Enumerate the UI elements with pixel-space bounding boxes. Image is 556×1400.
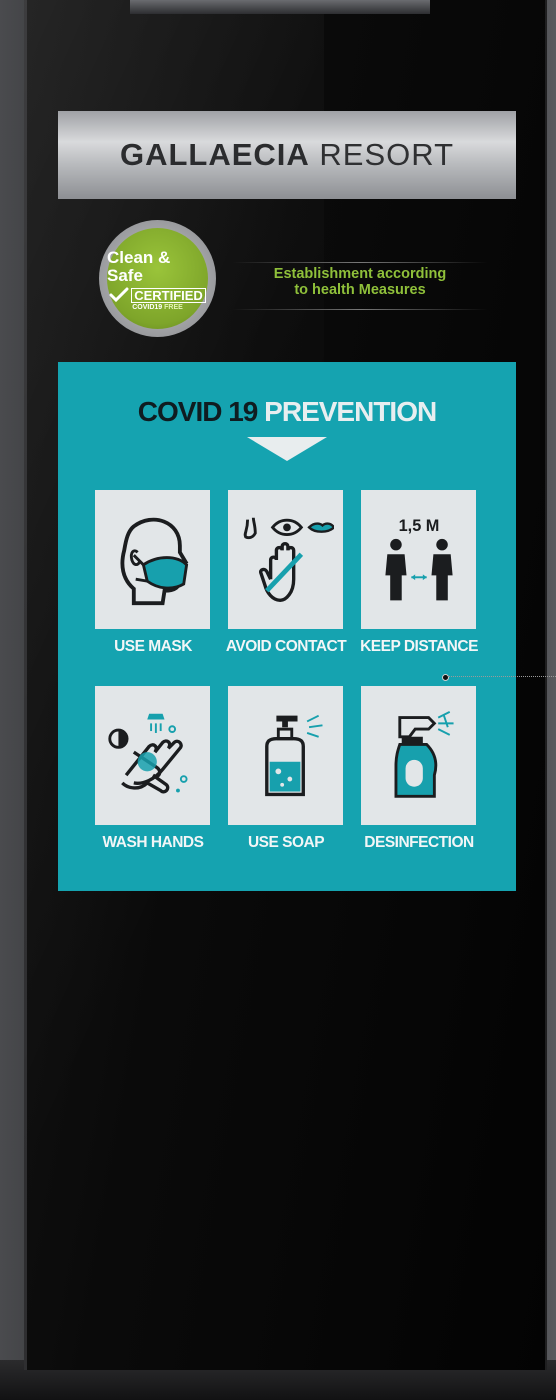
tagline-line-2: to health Measures bbox=[294, 282, 426, 298]
badge-certified-row: CERTIFIED bbox=[109, 287, 206, 303]
label-avoid-contact: AVOID CONTACT bbox=[225, 638, 347, 655]
social-distance-icon: 1,5 M bbox=[384, 517, 453, 600]
label-use-mask: USE MASK bbox=[114, 638, 192, 655]
tile-use-soap bbox=[228, 686, 343, 825]
no-touch-face-icon bbox=[243, 517, 334, 602]
tagline-divider-top bbox=[232, 262, 488, 263]
brand-bold: GALLAECIA bbox=[119, 137, 310, 172]
brand-header: GALLAECIA RESORT bbox=[58, 111, 516, 199]
distance-label: 1,5 M bbox=[398, 517, 439, 535]
badge-free: FREE bbox=[164, 304, 183, 311]
title-covid: COVID 19 bbox=[137, 396, 259, 427]
checkmark-icon bbox=[109, 287, 129, 303]
soap-dispenser-icon bbox=[264, 714, 323, 796]
label-use-soap: USE SOAP bbox=[247, 834, 325, 851]
brand-name: GALLAECIA RESORT bbox=[120, 137, 454, 173]
hand-wash-icon bbox=[107, 713, 188, 793]
title-prevention: PREVENTION bbox=[264, 396, 437, 427]
tile-wash-hands bbox=[95, 686, 210, 825]
badge-title: Clean & Safe bbox=[107, 248, 171, 285]
tile-keep-distance: 1,5 M bbox=[361, 490, 476, 629]
tagline: Establishment according to health Measur… bbox=[240, 266, 480, 298]
prevention-panel: COVID 19 PREVENTION USE MASK AVOID CONTA… bbox=[58, 362, 516, 891]
badge-covid: COVID19 bbox=[132, 304, 163, 311]
label-wash-hands: WASH HANDS bbox=[102, 834, 204, 851]
label-keep-distance: KEEP DISTANCE bbox=[360, 638, 478, 655]
spray-bottle-icon bbox=[394, 710, 454, 798]
tagline-line-1: Establishment according bbox=[273, 266, 447, 282]
totem-top-cap bbox=[130, 0, 430, 14]
badge-covid-free: COVID19 FREE bbox=[132, 304, 183, 312]
face-mask-icon bbox=[120, 517, 188, 605]
tagline-divider-bottom bbox=[232, 309, 488, 310]
tile-desinfection bbox=[361, 686, 476, 825]
brand-light: RESORT bbox=[319, 137, 455, 172]
clean-safe-badge: Clean & Safe CERTIFIED COVID19 FREE bbox=[99, 220, 216, 337]
down-arrow-icon bbox=[247, 437, 327, 461]
tile-use-mask bbox=[95, 490, 210, 629]
badge-certified: CERTIFIED bbox=[131, 287, 206, 303]
tile-avoid-contact bbox=[228, 490, 343, 629]
pointer-line bbox=[448, 676, 556, 677]
badge-inner: Clean & Safe CERTIFIED COVID19 FREE bbox=[107, 228, 208, 329]
panel-title: COVID 19 PREVENTION bbox=[58, 396, 516, 428]
label-desinfection: DESINFECTION bbox=[364, 834, 474, 851]
